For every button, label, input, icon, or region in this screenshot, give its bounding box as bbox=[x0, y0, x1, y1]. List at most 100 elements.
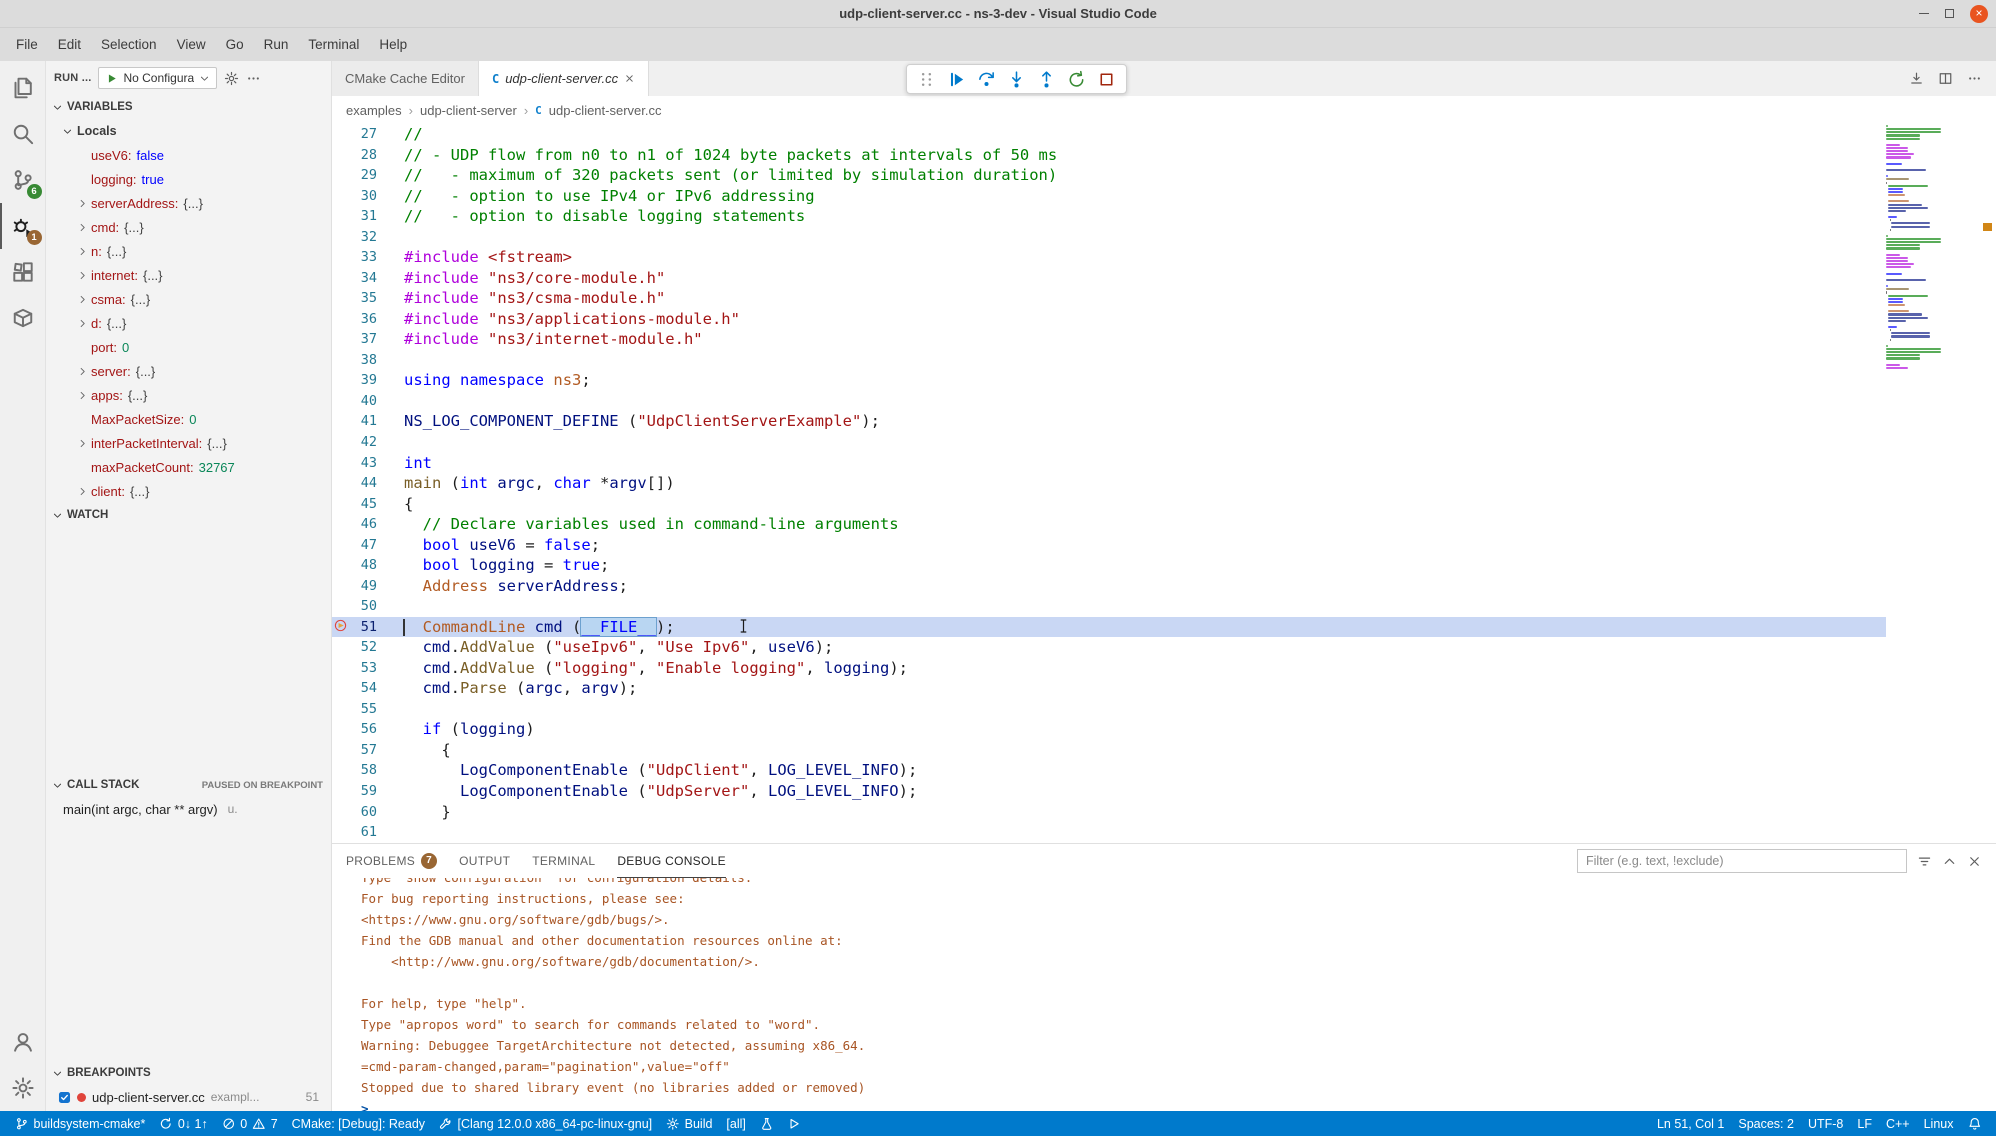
close-icon[interactable] bbox=[1967, 854, 1982, 869]
minimap[interactable] bbox=[1886, 125, 1978, 843]
status-item-utf-8[interactable]: UTF-8 bbox=[1801, 1111, 1850, 1136]
gutter-glyph[interactable] bbox=[332, 740, 353, 761]
chevron-right-icon[interactable] bbox=[74, 390, 91, 401]
gutter-glyph[interactable] bbox=[332, 309, 353, 330]
status-item-0-1[interactable]: 0↓ 1↑ bbox=[152, 1111, 214, 1136]
variable-row[interactable]: maxPacketCount:32767 bbox=[46, 455, 331, 479]
status-item-all[interactable]: [all] bbox=[719, 1111, 752, 1136]
status-item-lf[interactable]: LF bbox=[1850, 1111, 1879, 1136]
gutter-glyph[interactable] bbox=[332, 227, 353, 248]
chevron-right-icon[interactable] bbox=[74, 366, 91, 377]
gutter-glyph[interactable] bbox=[332, 699, 353, 720]
variable-row[interactable]: csma:{...} bbox=[46, 287, 331, 311]
status-item-spaces-2[interactable]: Spaces: 2 bbox=[1731, 1111, 1801, 1136]
variable-row[interactable]: port:0 bbox=[46, 335, 331, 359]
gutter-glyph[interactable] bbox=[332, 432, 353, 453]
start-debug-icon[interactable] bbox=[105, 72, 118, 85]
minimize-button[interactable] bbox=[1919, 13, 1929, 14]
activitybar-source-control[interactable]: 6 bbox=[0, 157, 46, 203]
breadcrumb-examples[interactable]: examples bbox=[346, 103, 402, 118]
maximize-button[interactable] bbox=[1945, 9, 1954, 18]
gutter-glyph[interactable] bbox=[332, 658, 353, 679]
debug-continue-icon[interactable] bbox=[947, 70, 966, 89]
debug-config-dropdown[interactable]: No Configura bbox=[98, 67, 217, 89]
activitybar-search[interactable] bbox=[0, 111, 46, 157]
debug-restart-icon[interactable] bbox=[1067, 70, 1086, 89]
variable-row[interactable]: useV6:false bbox=[46, 143, 331, 167]
activitybar-extensions[interactable] bbox=[0, 249, 46, 295]
menu-item-help[interactable]: Help bbox=[369, 28, 417, 61]
status-item-linux[interactable]: Linux bbox=[1917, 1111, 1961, 1136]
activitybar-cmake-tools[interactable] bbox=[0, 295, 46, 341]
gutter-glyph[interactable] bbox=[332, 288, 353, 309]
status-item-clang-12-0-0-x86-64-pc-linux[interactable]: [Clang 12.0.0 x86_64-pc-linux-gnu] bbox=[432, 1111, 659, 1136]
menu-item-terminal[interactable]: Terminal bbox=[298, 28, 369, 61]
variable-row[interactable]: server:{...} bbox=[46, 359, 331, 383]
gutter-glyph[interactable] bbox=[332, 124, 353, 145]
chevron-up-icon[interactable] bbox=[1942, 854, 1957, 869]
status-item-build[interactable]: Build bbox=[659, 1111, 719, 1136]
gutter-glyph[interactable] bbox=[332, 206, 353, 227]
code-editor[interactable]: 27//28// - UDP flow from n0 to n1 of 102… bbox=[332, 124, 1996, 843]
gutter-glyph[interactable] bbox=[332, 165, 353, 186]
status-item-cmake-debug-ready[interactable]: CMake: [Debug]: Ready bbox=[285, 1111, 432, 1136]
chevron-right-icon[interactable] bbox=[74, 222, 91, 233]
gutter-glyph[interactable] bbox=[332, 268, 353, 289]
gutter-glyph[interactable] bbox=[332, 781, 353, 802]
menu-item-view[interactable]: View bbox=[167, 28, 216, 61]
download-icon[interactable] bbox=[1909, 71, 1924, 86]
menu-item-go[interactable]: Go bbox=[216, 28, 254, 61]
variable-row[interactable]: interPacketInterval:{...} bbox=[46, 431, 331, 455]
debug-console-output[interactable]: Type "show configuration" for configurat… bbox=[332, 878, 1996, 1111]
variable-row[interactable]: client:{...} bbox=[46, 479, 331, 503]
status-item-bell[interactable] bbox=[1961, 1111, 1989, 1136]
activitybar-accounts[interactable] bbox=[0, 1019, 46, 1065]
gutter-glyph[interactable] bbox=[332, 350, 353, 371]
filter-icon[interactable] bbox=[1917, 854, 1932, 869]
close-icon[interactable] bbox=[624, 73, 635, 84]
gutter-glyph[interactable] bbox=[332, 473, 353, 494]
variable-row[interactable]: n:{...} bbox=[46, 239, 331, 263]
split-editor-icon[interactable] bbox=[1938, 71, 1953, 86]
more-actions-icon[interactable] bbox=[1967, 71, 1982, 86]
breakpoint-item[interactable]: udp-client-server.cc exampl... 51 bbox=[46, 1085, 331, 1111]
chevron-right-icon[interactable] bbox=[74, 438, 91, 449]
gutter-glyph[interactable] bbox=[332, 370, 353, 391]
gutter-glyph[interactable] bbox=[332, 596, 353, 617]
gear-icon[interactable] bbox=[224, 71, 239, 86]
breadcrumb-file[interactable]: udp-client-server.cc bbox=[549, 103, 662, 118]
chevron-right-icon[interactable] bbox=[74, 246, 91, 257]
status-item-flask[interactable] bbox=[753, 1111, 781, 1136]
gutter-glyph[interactable] bbox=[332, 186, 353, 207]
status-item-ln-51-col-1[interactable]: Ln 51, Col 1 bbox=[1650, 1111, 1731, 1136]
status-item-0[interactable]: 07 bbox=[215, 1111, 285, 1136]
gutter-glyph[interactable] bbox=[332, 453, 353, 474]
gutter-glyph[interactable] bbox=[332, 514, 353, 535]
menu-item-run[interactable]: Run bbox=[254, 28, 299, 61]
variable-row[interactable]: cmd:{...} bbox=[46, 215, 331, 239]
gutter-glyph[interactable] bbox=[332, 247, 353, 268]
status-item-play[interactable] bbox=[780, 1111, 808, 1136]
console-prompt[interactable]: > bbox=[361, 1098, 1996, 1111]
checkbox-checked-icon[interactable] bbox=[58, 1091, 71, 1104]
section-variables[interactable]: VARIABLES bbox=[46, 95, 331, 119]
more-actions-icon[interactable] bbox=[246, 71, 261, 86]
chevron-right-icon[interactable] bbox=[74, 486, 91, 497]
gutter-glyph[interactable] bbox=[332, 678, 353, 699]
section-breakpoints[interactable]: BREAKPOINTS bbox=[46, 1061, 331, 1085]
debug-step-over-icon[interactable] bbox=[977, 70, 996, 89]
variable-row[interactable]: MaxPacketSize:0 bbox=[46, 407, 331, 431]
tab-cmake-cache-editor[interactable]: CMake Cache Editor bbox=[332, 61, 479, 96]
activitybar-settings[interactable] bbox=[0, 1065, 46, 1111]
variable-row[interactable]: internet:{...} bbox=[46, 263, 331, 287]
gutter-glyph[interactable] bbox=[332, 535, 353, 556]
gutter-glyph[interactable] bbox=[332, 822, 353, 843]
panel-tab-debug-console[interactable]: DEBUG CONSOLE bbox=[617, 844, 726, 878]
gutter-glyph[interactable] bbox=[332, 145, 353, 166]
activitybar-explorer[interactable] bbox=[0, 65, 46, 111]
console-filter-input[interactable] bbox=[1577, 849, 1907, 873]
activitybar-run-and-debug[interactable]: 1 bbox=[0, 203, 46, 249]
section-callstack[interactable]: CALL STACK PAUSED ON BREAKPOINT bbox=[46, 773, 331, 797]
tab-udp-client-server[interactable]: C udp-client-server.cc bbox=[479, 61, 649, 96]
debug-step-out-icon[interactable] bbox=[1037, 70, 1056, 89]
